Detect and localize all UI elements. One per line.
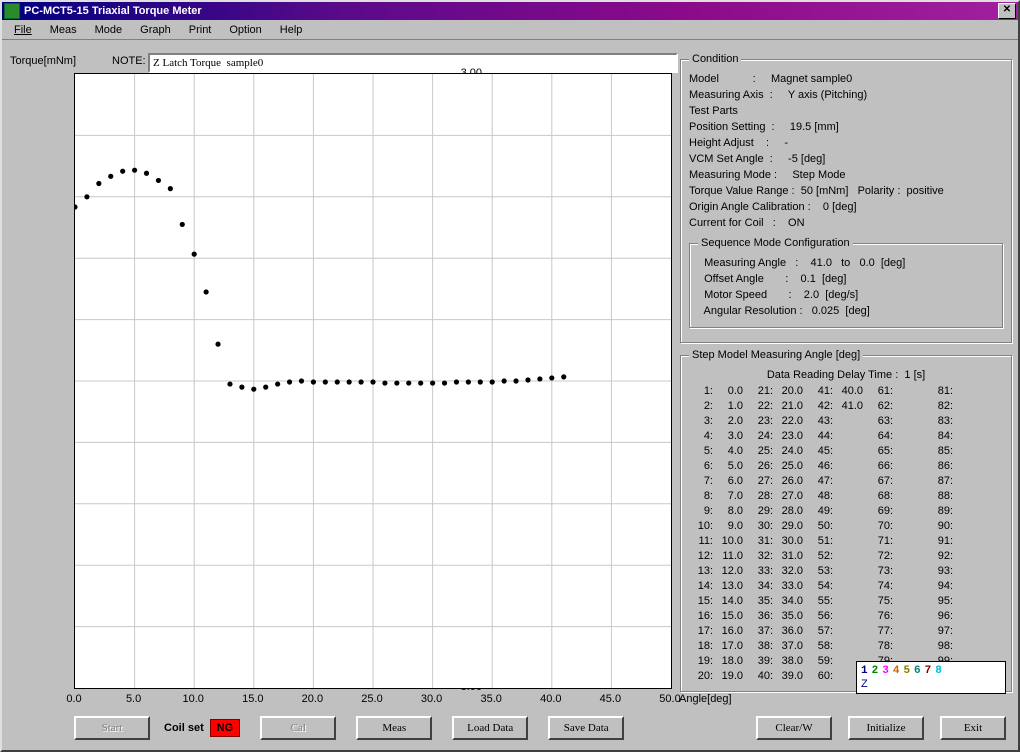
x-tick: 30.0 [412, 693, 452, 705]
clear-button[interactable]: Clear/W [756, 716, 832, 740]
sequence-config-panel: Sequence Mode Configuration Measuring An… [689, 237, 1003, 328]
menu-help[interactable]: Help [274, 22, 309, 38]
load-data-button[interactable]: Load Data [452, 716, 528, 740]
menu-bar: File Meas Mode Graph Print Option Help [2, 20, 1018, 40]
coil-set-status: Coil set NG [164, 719, 240, 737]
close-icon[interactable]: ✕ [998, 3, 1016, 19]
menu-meas[interactable]: Meas [44, 22, 83, 38]
meas-button[interactable]: Meas [356, 716, 432, 740]
x-tick: 45.0 [590, 693, 630, 705]
save-data-button[interactable]: Save Data [548, 716, 624, 740]
cal-button[interactable]: Cal [260, 716, 336, 740]
start-button[interactable]: Start [74, 716, 150, 740]
menu-file[interactable]: File [8, 22, 38, 38]
condition-legend: Condition [689, 53, 741, 65]
x-tick: 15.0 [233, 693, 273, 705]
menu-option[interactable]: Option [223, 22, 267, 38]
app-icon [4, 3, 20, 19]
torque-chart [74, 73, 672, 689]
menu-graph[interactable]: Graph [134, 22, 177, 38]
menu-mode[interactable]: Mode [89, 22, 129, 38]
coil-ng-badge: NG [210, 719, 241, 737]
x-tick: 0.0 [54, 693, 94, 705]
x-tick: 5.0 [114, 693, 154, 705]
window-title: PC-MCT5-15 Triaxial Torque Meter [24, 5, 998, 17]
note-input[interactable] [148, 53, 678, 73]
series-legend: 12345678 Z [856, 661, 1006, 694]
menu-print[interactable]: Print [183, 22, 218, 38]
initialize-button[interactable]: Initialize [848, 716, 924, 740]
x-tick: 35.0 [471, 693, 511, 705]
step-angle-table: 1:0.021:20.041:40.061:81:2:1.022:21.042:… [689, 385, 1003, 683]
exit-button[interactable]: Exit [940, 716, 1006, 740]
note-label: NOTE: [112, 55, 146, 67]
sequence-legend: Sequence Mode Configuration [698, 237, 853, 249]
x-tick: 10.0 [173, 693, 213, 705]
x-tick: 25.0 [352, 693, 392, 705]
torque-axis-label: Torque[mNm] [10, 55, 76, 67]
step-legend: Step Model Measuring Angle [deg] [689, 349, 863, 361]
x-tick: 20.0 [292, 693, 332, 705]
condition-panel: Condition Model : Magnet sample0 Measuri… [680, 53, 1012, 343]
step-angle-panel: Step Model Measuring Angle [deg] Data Re… [680, 349, 1012, 692]
x-tick: 40.0 [531, 693, 571, 705]
title-bar: PC-MCT5-15 Triaxial Torque Meter ✕ [2, 2, 1018, 20]
